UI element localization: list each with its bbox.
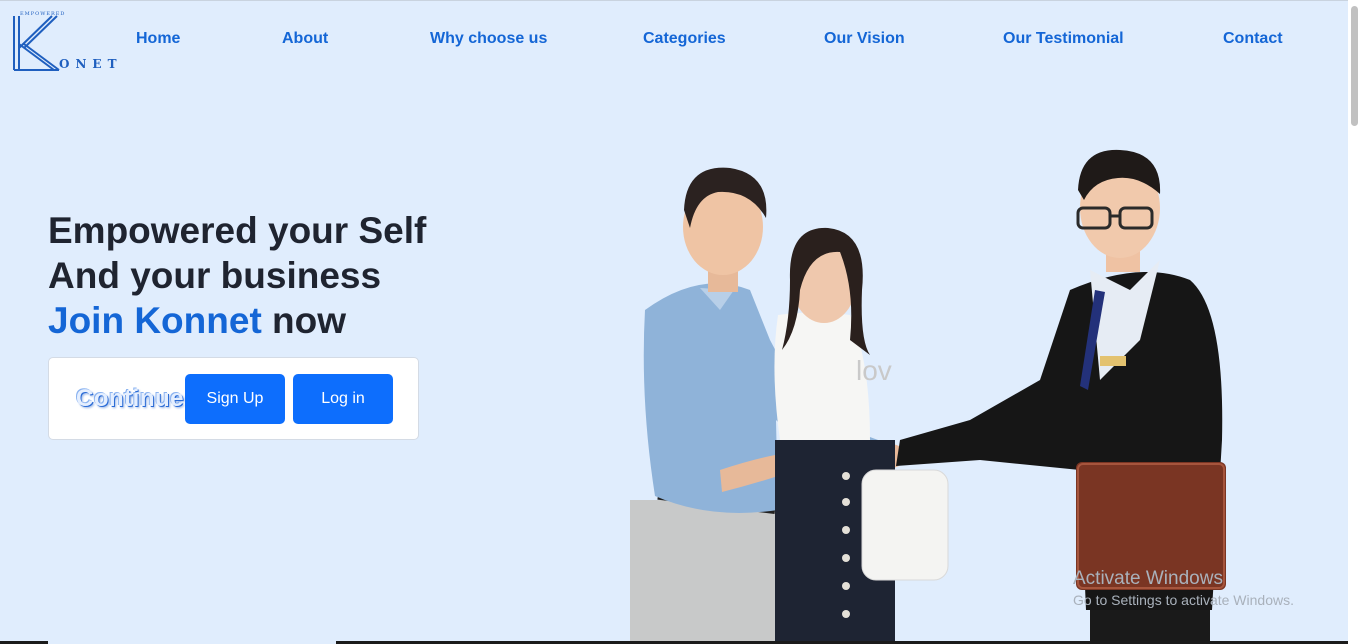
hero-heading: Empowered your Self And your business Jo…	[48, 208, 426, 343]
hero-line-1: Empowered your Self	[48, 210, 427, 251]
hero-line-3: Join Konnet now	[48, 298, 426, 343]
nav-about[interactable]: About	[282, 30, 328, 48]
log-in-button[interactable]: Log in	[293, 374, 393, 424]
hero-line-2: And your business	[48, 255, 382, 296]
scrollbar-thumb[interactable]	[1351, 6, 1358, 126]
watermark-title: Activate Windows	[1073, 568, 1223, 589]
nav-our-testimonial[interactable]: Our Testimonial	[1003, 30, 1124, 48]
sign-up-button[interactable]: Sign Up	[185, 374, 285, 424]
nav-contact[interactable]: Contact	[1223, 30, 1283, 48]
page-scrollbar[interactable]	[1348, 0, 1361, 644]
nav-categories[interactable]: Categories	[643, 30, 726, 48]
watermark-subtitle: Go to Settings to activate Windows.	[1073, 592, 1294, 608]
logo-wordmark: ONET	[59, 57, 123, 71]
nav-home[interactable]: Home	[136, 30, 180, 48]
nav-why-choose-us[interactable]: Why choose us	[430, 30, 547, 48]
top-border	[0, 0, 1361, 1]
hero-line-3-rest: now	[272, 300, 347, 341]
cta-card: Continue Sign Up Log in	[48, 357, 419, 440]
continue-label: Continue	[76, 385, 184, 412]
hero-brand-accent: Join Konnet	[48, 300, 262, 341]
activate-windows-watermark: Activate Windows Go to Settings to activ…	[1073, 568, 1294, 608]
image-watermark: lov	[856, 355, 892, 386]
nav-our-vision[interactable]: Our Vision	[824, 30, 905, 48]
main-nav: Home About Why choose us Categories Our …	[0, 30, 1348, 52]
